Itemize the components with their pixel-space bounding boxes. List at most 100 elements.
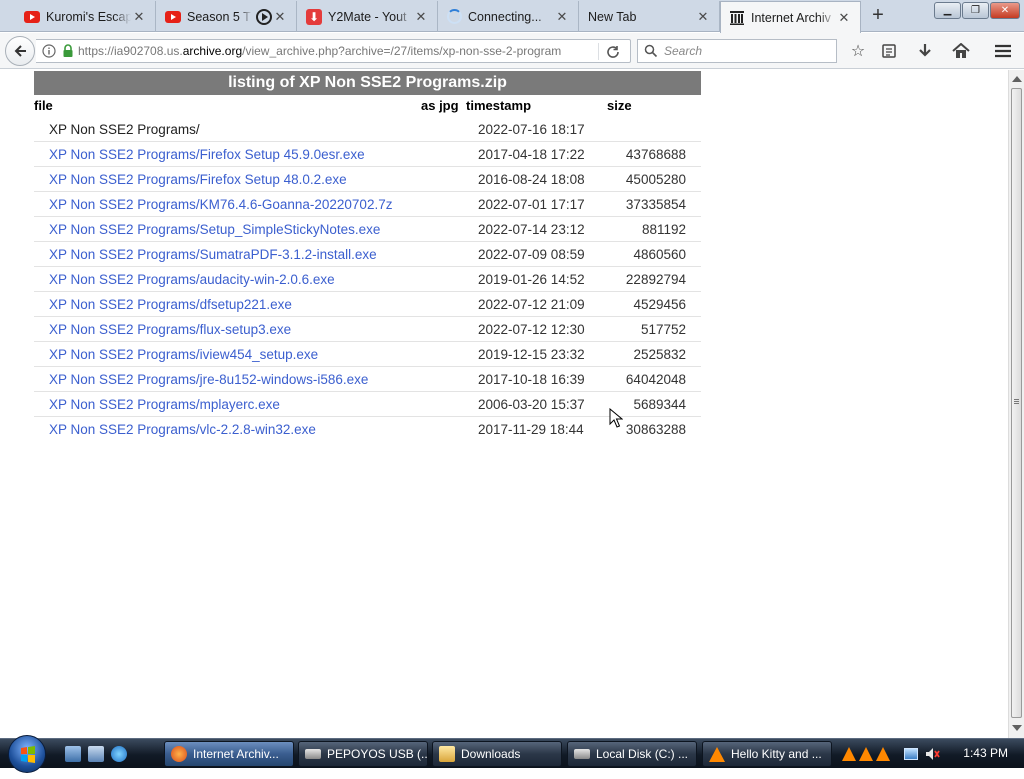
drive-icon	[574, 749, 590, 759]
download-icon: ⬇	[306, 8, 322, 25]
file-link[interactable]: XP Non SSE2 Programs/Firefox Setup 48.0.…	[49, 172, 347, 187]
minimize-button[interactable]: ▁	[934, 2, 961, 19]
page-content: listing of XP Non SSE2 Programs.zip file…	[0, 70, 1008, 738]
taskbar: Internet Archiv... PEPOYOS USB (... Down…	[0, 735, 1024, 773]
new-tab-button[interactable]: +	[866, 4, 890, 28]
vlc-tray-icon[interactable]	[876, 747, 890, 761]
close-icon[interactable]: ✕	[554, 9, 570, 25]
file-link[interactable]: XP Non SSE2 Programs/vlc-2.2.8-win32.exe	[49, 422, 316, 437]
url-domain: archive.org	[182, 44, 243, 58]
bookmark-star-icon[interactable]: ☆	[848, 41, 868, 61]
timestamp: 2016-08-24 18:08	[478, 172, 585, 187]
tab-internet-archive[interactable]: Internet Archiv ✕	[720, 1, 861, 33]
tab-kuromi[interactable]: Kuromi's Escap ✕	[16, 1, 156, 32]
taskbar-label: Local Disk (C:) ...	[596, 747, 689, 761]
timestamp: 2022-07-14 23:12	[478, 222, 585, 237]
file-size: 881192	[641, 222, 686, 237]
table-row: XP Non SSE2 Programs/jre-8u152-windows-i…	[34, 367, 701, 392]
taskbar-label: Internet Archiv...	[193, 747, 279, 761]
file-link[interactable]: XP Non SSE2 Programs/jre-8u152-windows-i…	[49, 372, 368, 387]
reading-list-icon[interactable]	[879, 41, 899, 61]
vlc-tray-icon[interactable]	[859, 747, 873, 761]
taskbar-item-downloads[interactable]: Downloads	[432, 741, 562, 767]
file-link[interactable]: XP Non SSE2 Programs/mplayerc.exe	[49, 397, 280, 412]
volume-muted-icon[interactable]	[924, 746, 940, 762]
url-bar[interactable]: https://ia902708.us.archive.org/view_arc…	[36, 39, 631, 63]
search-placeholder: Search	[664, 44, 703, 58]
file-link[interactable]: XP Non SSE2 Programs/flux-setup3.exe	[49, 322, 291, 337]
taskbar-item-local-disk[interactable]: Local Disk (C:) ...	[567, 741, 697, 767]
tab-label: Internet Archiv	[751, 10, 831, 25]
close-icon[interactable]: ✕	[272, 9, 288, 25]
drive-icon	[305, 749, 321, 759]
search-box[interactable]: Search	[637, 39, 837, 63]
firefox-icon	[171, 746, 187, 762]
table-row: XP Non SSE2 Programs/KM76.4.6-Goanna-202…	[34, 192, 701, 217]
timestamp: 2017-04-18 17:22	[478, 147, 585, 162]
taskbar-item-internet-archive[interactable]: Internet Archiv...	[164, 741, 294, 767]
home-icon[interactable]	[951, 41, 971, 61]
taskbar-label: Downloads	[461, 747, 521, 761]
file-size: 37335854	[625, 197, 686, 212]
close-icon[interactable]: ✕	[413, 9, 429, 25]
taskbar-item-pepoyos-usb[interactable]: PEPOYOS USB (...	[298, 741, 428, 767]
file-size: 517752	[640, 322, 686, 337]
clock[interactable]: 1:43 PM	[963, 746, 1008, 760]
scrollbar-thumb[interactable]	[1011, 88, 1022, 718]
media-playing-icon[interactable]	[256, 8, 272, 25]
listing-title: listing of XP Non SSE2 Programs.zip	[34, 71, 701, 95]
scroll-down-arrow[interactable]	[1012, 725, 1022, 731]
tab-new-tab[interactable]: New Tab ✕	[580, 1, 720, 32]
file-link[interactable]: XP Non SSE2 Programs/SumatraPDF-3.1.2-in…	[49, 247, 377, 262]
file-link[interactable]: XP Non SSE2 Programs/dfsetup221.exe	[49, 297, 292, 312]
downloads-icon[interactable]	[915, 41, 935, 61]
tab-strip: Kuromi's Escap ✕ Season 5 T ✕ ⬇ Y2Mate -…	[0, 0, 1024, 33]
start-button[interactable]	[8, 735, 46, 773]
file-link[interactable]: XP Non SSE2 Programs/audacity-win-2.0.6.…	[49, 272, 335, 287]
file-size: 64042048	[625, 372, 686, 387]
youtube-icon	[24, 10, 40, 23]
url-prefix: https://ia902708.us.	[78, 44, 183, 58]
file-name: XP Non SSE2 Programs/	[49, 122, 200, 137]
table-row: XP Non SSE2 Programs/Setup_SimpleStickyN…	[34, 217, 701, 242]
file-link[interactable]: XP Non SSE2 Programs/Firefox Setup 45.9.…	[49, 147, 365, 162]
timestamp: 2019-01-26 14:52	[478, 272, 585, 287]
tab-season5[interactable]: Season 5 T ✕	[157, 1, 297, 32]
back-button[interactable]	[5, 36, 35, 66]
listing-header: file as jpg timestamp size	[34, 95, 701, 117]
table-row: XP Non SSE2 Programs/Firefox Setup 48.0.…	[34, 167, 701, 192]
file-size: 5689344	[633, 397, 686, 412]
info-icon[interactable]	[42, 44, 56, 58]
close-icon[interactable]: ✕	[131, 9, 147, 25]
maximize-button[interactable]: ❐	[962, 2, 989, 19]
header-as-jpg: as jpg	[421, 98, 459, 113]
reload-icon[interactable]	[605, 44, 621, 60]
lock-icon[interactable]	[62, 44, 74, 58]
menu-icon[interactable]	[993, 41, 1013, 61]
internet-explorer-icon[interactable]	[111, 746, 127, 762]
close-icon[interactable]: ✕	[836, 10, 852, 26]
spinner-icon	[447, 9, 462, 24]
close-icon[interactable]: ✕	[695, 9, 711, 25]
taskbar-item-hello-kitty[interactable]: Hello Kitty and ...	[702, 741, 832, 767]
taskbar-label: PEPOYOS USB (...	[327, 747, 428, 761]
timestamp: 2022-07-01 17:17	[478, 197, 585, 212]
file-link[interactable]: XP Non SSE2 Programs/Setup_SimpleStickyN…	[49, 222, 380, 237]
table-row: XP Non SSE2 Programs/vlc-2.2.8-win32.exe…	[34, 417, 701, 442]
file-link[interactable]: XP Non SSE2 Programs/iview454_setup.exe	[49, 347, 318, 362]
show-desktop-icon[interactable]	[65, 746, 81, 762]
file-link[interactable]: XP Non SSE2 Programs/KM76.4.6-Goanna-202…	[49, 197, 392, 212]
vlc-tray-icon[interactable]	[842, 747, 856, 761]
timestamp: 2022-07-12 21:09	[478, 297, 585, 312]
vertical-scrollbar[interactable]	[1008, 70, 1024, 738]
tab-y2mate[interactable]: ⬇ Y2Mate - Yout ✕	[298, 1, 438, 32]
network-icon[interactable]	[904, 748, 918, 760]
table-row: XP Non SSE2 Programs/audacity-win-2.0.6.…	[34, 267, 701, 292]
url-text[interactable]: https://ia902708.us.archive.org/view_arc…	[78, 44, 598, 58]
tab-connecting[interactable]: Connecting... ✕	[439, 1, 579, 32]
file-size: 43768688	[625, 147, 686, 162]
window-close-button[interactable]: ✕	[990, 2, 1020, 19]
timestamp: 2022-07-16 18:17	[478, 122, 585, 137]
switch-windows-icon[interactable]	[88, 746, 104, 762]
scroll-up-arrow[interactable]	[1012, 76, 1022, 82]
